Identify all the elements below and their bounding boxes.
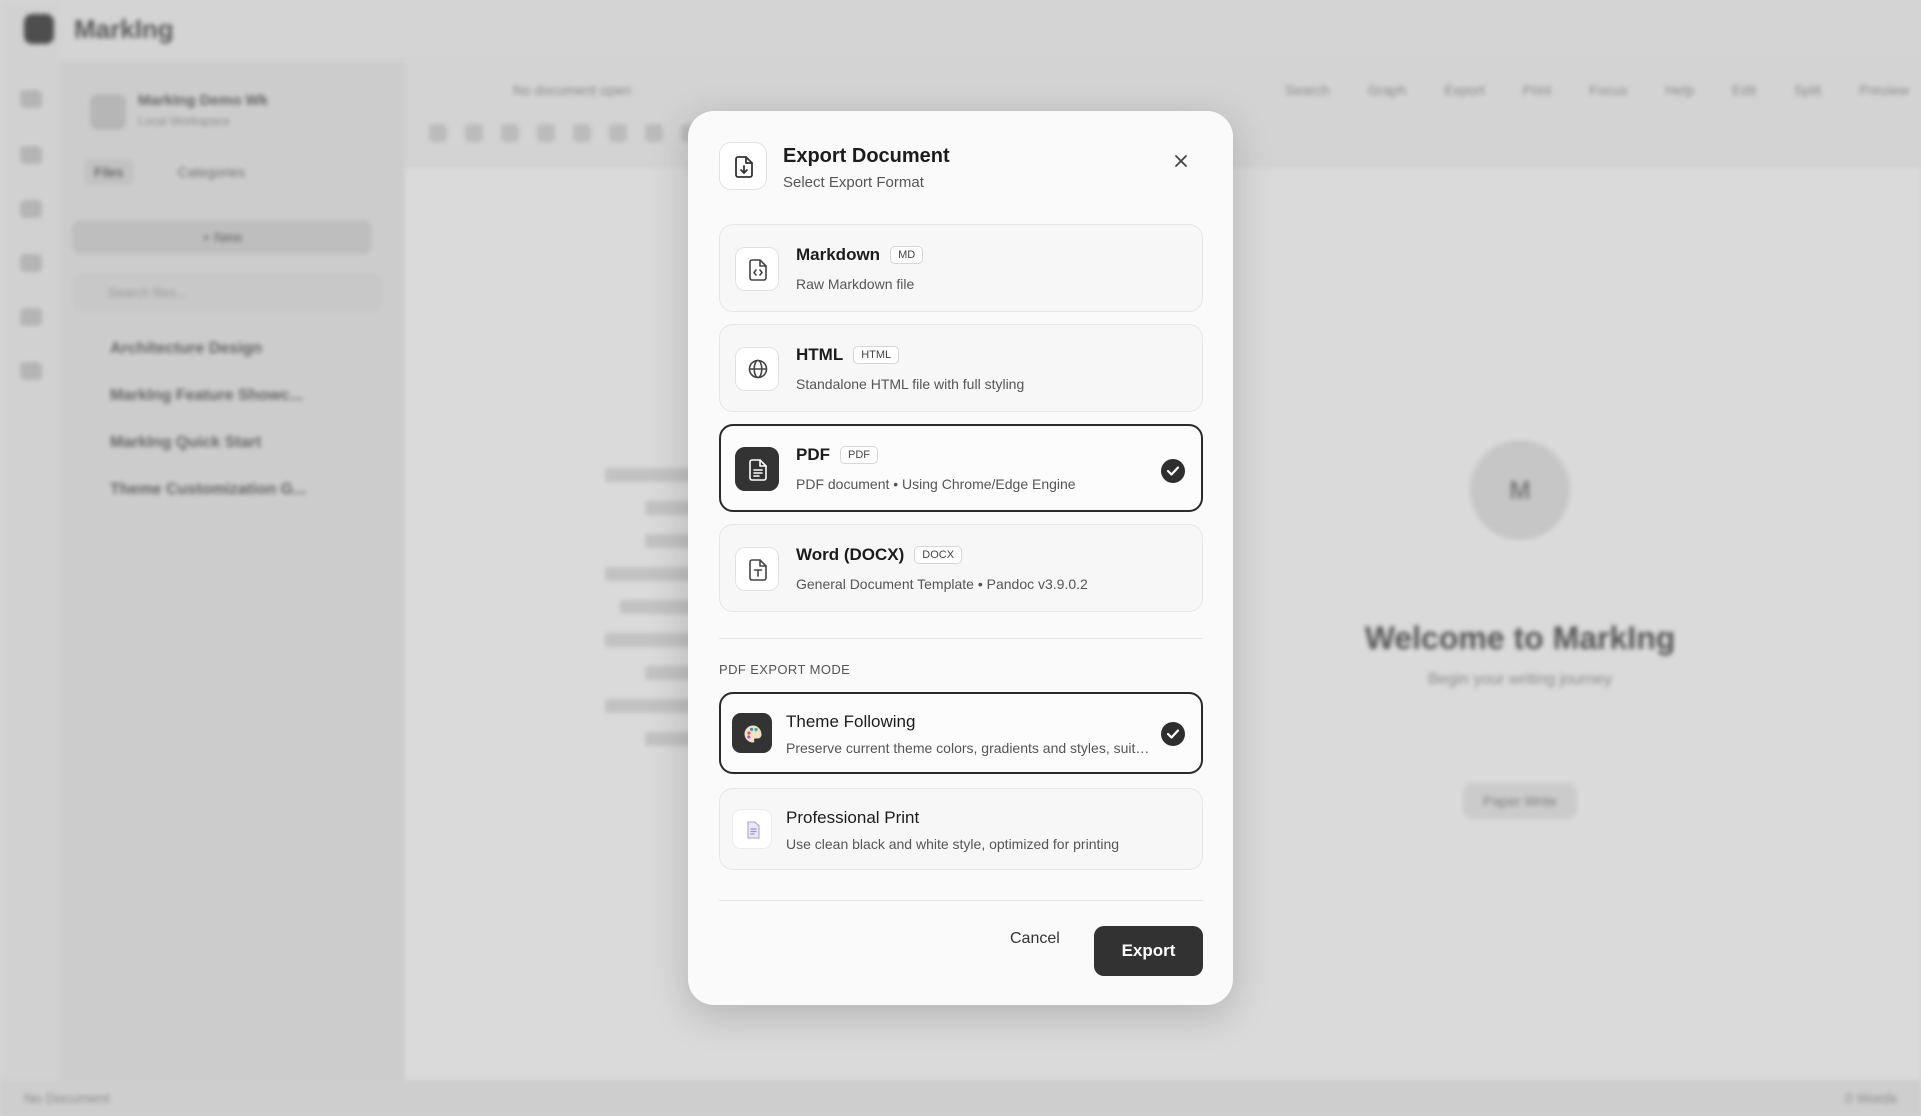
pdf-document-icon [735, 447, 779, 491]
format-badge: MD [890, 246, 924, 264]
pdf-mode-professional-print[interactable]: Professional Print Use clean black and w… [719, 788, 1203, 870]
format-name: PDF PDF [796, 445, 878, 465]
download-file-icon [719, 142, 767, 190]
word-document-icon [735, 547, 779, 591]
export-button[interactable]: Export [1094, 926, 1203, 976]
format-name: Markdown MD [796, 245, 924, 265]
dialog-subtitle: Select Export Format [783, 174, 924, 191]
selected-check-icon [1161, 459, 1185, 483]
pdf-export-mode-label: PDF EXPORT MODE [719, 662, 851, 677]
dialog-title: Export Document [783, 145, 950, 167]
format-name: Word (DOCX) DOCX [796, 545, 963, 565]
format-option-markdown[interactable]: Markdown MD Raw Markdown file [719, 224, 1203, 312]
format-badge: HTML [853, 346, 900, 364]
format-description: Standalone HTML file with full styling [796, 376, 1025, 392]
pdf-mode-theme-following[interactable]: Theme Following Preserve current theme c… [719, 692, 1203, 774]
mode-description: Preserve current theme colors, gradients… [786, 740, 1156, 756]
markdown-file-icon [735, 247, 779, 291]
divider [719, 900, 1203, 901]
print-document-icon [732, 809, 772, 849]
palette-icon [732, 713, 772, 753]
format-badge: PDF [840, 446, 878, 464]
format-option-pdf[interactable]: PDF PDF PDF document • Using Chrome/Edge … [719, 424, 1203, 512]
format-name: HTML HTML [796, 345, 900, 365]
format-description: PDF document • Using Chrome/Edge Engine [796, 476, 1076, 492]
mode-name: Professional Print [786, 808, 920, 827]
format-description: Raw Markdown file [796, 276, 915, 292]
mode-description: Use clean black and white style, optimiz… [786, 836, 1120, 852]
close-icon[interactable] [1170, 150, 1192, 172]
selected-check-icon [1161, 722, 1185, 746]
globe-icon [735, 347, 779, 391]
cancel-button[interactable]: Cancel [1002, 926, 1068, 952]
dialog-header: Export Document Select Export Format [719, 142, 1202, 202]
export-dialog: Export Document Select Export Format Mar… [688, 111, 1233, 1005]
format-description: General Document Template • Pandoc v3.9.… [796, 576, 1088, 592]
format-badge: DOCX [914, 546, 963, 564]
format-option-docx[interactable]: Word (DOCX) DOCX General Document Templat… [719, 524, 1203, 612]
divider [719, 638, 1203, 639]
format-option-html[interactable]: HTML HTML Standalone HTML file with full … [719, 324, 1203, 412]
mode-name: Theme Following [786, 712, 916, 731]
